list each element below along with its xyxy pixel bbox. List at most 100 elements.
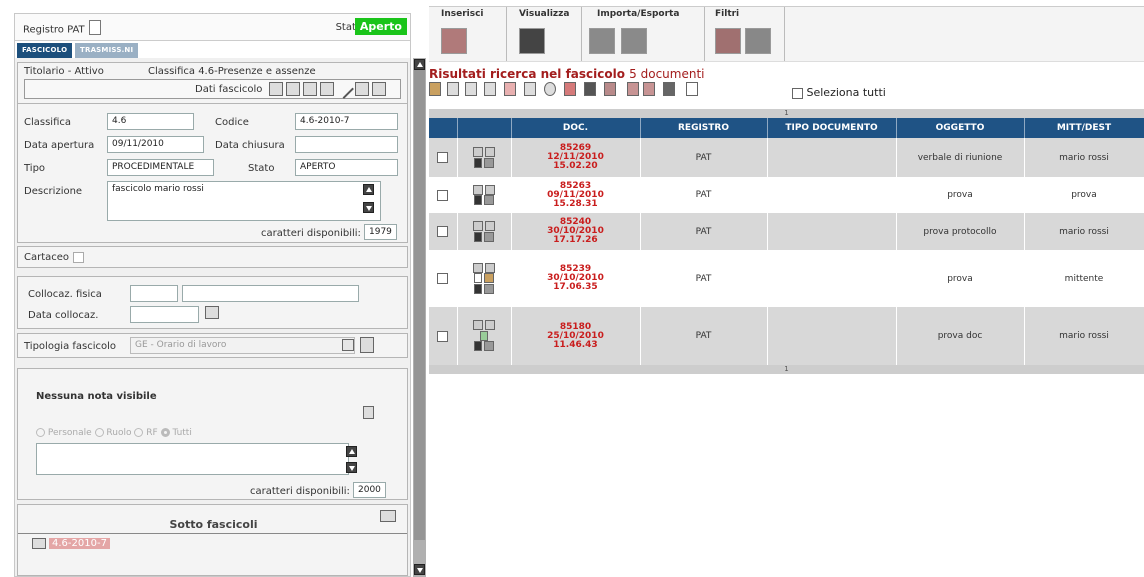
- document-list-icon[interactable]: [360, 337, 374, 353]
- add-icon[interactable]: [524, 82, 536, 96]
- select-all[interactable]: Seleziona tutti: [792, 86, 886, 99]
- view-icon[interactable]: [472, 184, 483, 195]
- tipologia-select[interactable]: GE - Orario di lavoro: [130, 337, 355, 354]
- save-icon[interactable]: [465, 82, 477, 96]
- send-icon[interactable]: [484, 231, 495, 242]
- row-checkbox[interactable]: [437, 330, 449, 342]
- mail-icon[interactable]: [484, 82, 496, 96]
- pager-top[interactable]: 1: [429, 109, 1144, 118]
- pdf-icon[interactable]: [564, 82, 576, 96]
- search-folder-icon[interactable]: [380, 510, 396, 522]
- menu-importa-esporta[interactable]: Importa/Esporta: [597, 9, 679, 19]
- descrizione-field[interactable]: fascicolo mario rossi: [107, 181, 381, 221]
- doc-cell[interactable]: 85263 09/11/2010 15.28.31: [511, 177, 641, 213]
- table-row[interactable]: 85180 25/10/2010 11.46.43 PAT prova doc ma…: [429, 307, 1144, 365]
- delete-icon[interactable]: [604, 82, 616, 96]
- package-icon[interactable]: [429, 82, 441, 96]
- col-registro[interactable]: REGISTRO: [640, 118, 768, 138]
- trash-icon[interactable]: [473, 195, 482, 205]
- document-icon[interactable]: [480, 330, 488, 341]
- radio-personale[interactable]: [36, 428, 45, 437]
- row-checkbox[interactable]: [437, 189, 449, 201]
- collocazione-fisica-field[interactable]: [130, 285, 178, 302]
- table-row[interactable]: 85269 12/11/2010 15.02.20 PAT verbale di r…: [429, 138, 1144, 177]
- collocazione-fisica-detail-field[interactable]: [182, 285, 359, 302]
- scroll-down-icon[interactable]: [363, 202, 374, 213]
- view-icon[interactable]: [472, 221, 483, 231]
- filter-icon[interactable]: [715, 28, 741, 54]
- view-icon[interactable]: [472, 262, 483, 273]
- document-icon[interactable]: [473, 273, 482, 284]
- send-icon[interactable]: [484, 195, 495, 205]
- stato-field[interactable]: APERTO: [295, 159, 398, 176]
- mail-remove-icon[interactable]: [504, 82, 516, 96]
- data-apertura-field[interactable]: 09/11/2010: [107, 136, 204, 153]
- select-all-checkbox[interactable]: [792, 87, 803, 99]
- data-chiusura-field[interactable]: [295, 136, 398, 153]
- radio-tutti[interactable]: [160, 428, 170, 437]
- copy-icon[interactable]: [627, 82, 639, 96]
- menu-filtri[interactable]: Filtri: [715, 9, 739, 19]
- sotto-fascicolo-item[interactable]: 4.6-2010-7: [49, 538, 110, 549]
- send-icon[interactable]: [447, 82, 459, 96]
- row-checkbox[interactable]: [437, 226, 449, 237]
- print-icon[interactable]: [372, 82, 386, 96]
- vertical-scrollbar[interactable]: [413, 58, 426, 577]
- view-document-icon[interactable]: [519, 28, 545, 54]
- col-doc[interactable]: DOC.: [511, 118, 641, 138]
- send-icon[interactable]: [484, 341, 495, 352]
- mail-icon[interactable]: [485, 184, 496, 195]
- remove-filter-icon[interactable]: [745, 28, 771, 54]
- col-tipo-documento[interactable]: TIPO DOCUMENTO: [767, 118, 897, 138]
- table-row[interactable]: 85240 30/10/2010 17.17.26 PAT prova protoc…: [429, 213, 1144, 250]
- insert-document-icon[interactable]: [441, 28, 467, 54]
- radio-ruolo[interactable]: [94, 428, 104, 437]
- package-icon[interactable]: [484, 273, 495, 284]
- codice-field[interactable]: 4.6-2010-7: [295, 113, 398, 130]
- menu-visualizza[interactable]: Visualizza: [519, 9, 569, 19]
- radio-rf[interactable]: [134, 428, 144, 437]
- classifica-field[interactable]: 4.6: [107, 113, 194, 130]
- trash-icon[interactable]: [473, 341, 482, 352]
- block-icon[interactable]: [544, 82, 556, 96]
- row-checkbox[interactable]: [437, 152, 449, 163]
- export-icon[interactable]: [621, 28, 647, 54]
- import-icon[interactable]: [589, 28, 615, 54]
- trash-icon[interactable]: [473, 157, 482, 168]
- page-icon[interactable]: [686, 82, 698, 96]
- row-checkbox[interactable]: [437, 273, 449, 284]
- mail-icon[interactable]: [485, 147, 496, 157]
- col-mitt-dest[interactable]: MITT/DEST: [1024, 118, 1144, 138]
- scroll-up-icon[interactable]: [363, 184, 374, 195]
- screen-icon[interactable]: [320, 82, 334, 96]
- doc-cell[interactable]: 85239 30/10/2010 17.06.35: [511, 250, 641, 307]
- send-icon[interactable]: [269, 82, 283, 96]
- send-icon[interactable]: [484, 283, 495, 294]
- col-oggetto[interactable]: OGGETTO: [896, 118, 1025, 138]
- note-icon[interactable]: [363, 406, 374, 419]
- move-icon[interactable]: [643, 82, 655, 96]
- tab-fascicolo[interactable]: FASCICOLO: [17, 43, 73, 58]
- send-icon[interactable]: [484, 157, 495, 168]
- trash-icon[interactable]: [473, 283, 482, 294]
- stamp-icon[interactable]: [303, 82, 317, 96]
- cartaceo-checkbox[interactable]: [73, 252, 84, 263]
- scrollbar-thumb[interactable]: [414, 70, 425, 540]
- tipo-field[interactable]: PROCEDIMENTALE: [107, 159, 214, 176]
- table-row[interactable]: 85263 09/11/2010 15.28.31 PAT prova prova: [429, 177, 1144, 213]
- pencil-icon[interactable]: [334, 79, 354, 99]
- mail-icon[interactable]: [485, 221, 496, 231]
- document-icon[interactable]: [88, 20, 101, 35]
- tab-trasmissioni[interactable]: TRASMISS.NI: [75, 43, 139, 58]
- mail-icon[interactable]: [485, 320, 496, 331]
- menu-inserisci[interactable]: Inserisci: [441, 9, 484, 19]
- doc-cell[interactable]: 85180 25/10/2010 11.46.43: [511, 307, 641, 365]
- forward-icon[interactable]: [663, 82, 675, 96]
- table-row[interactable]: 85239 30/10/2010 17.06.35 PAT prova mitten…: [429, 250, 1144, 307]
- scroll-up-icon[interactable]: [346, 446, 357, 457]
- view-icon[interactable]: [472, 320, 483, 331]
- data-collocazione-field[interactable]: [130, 306, 199, 323]
- note-textarea[interactable]: [36, 443, 349, 475]
- doc-cell[interactable]: 85240 30/10/2010 17.17.26: [511, 213, 641, 250]
- chevron-down-icon[interactable]: [342, 339, 354, 351]
